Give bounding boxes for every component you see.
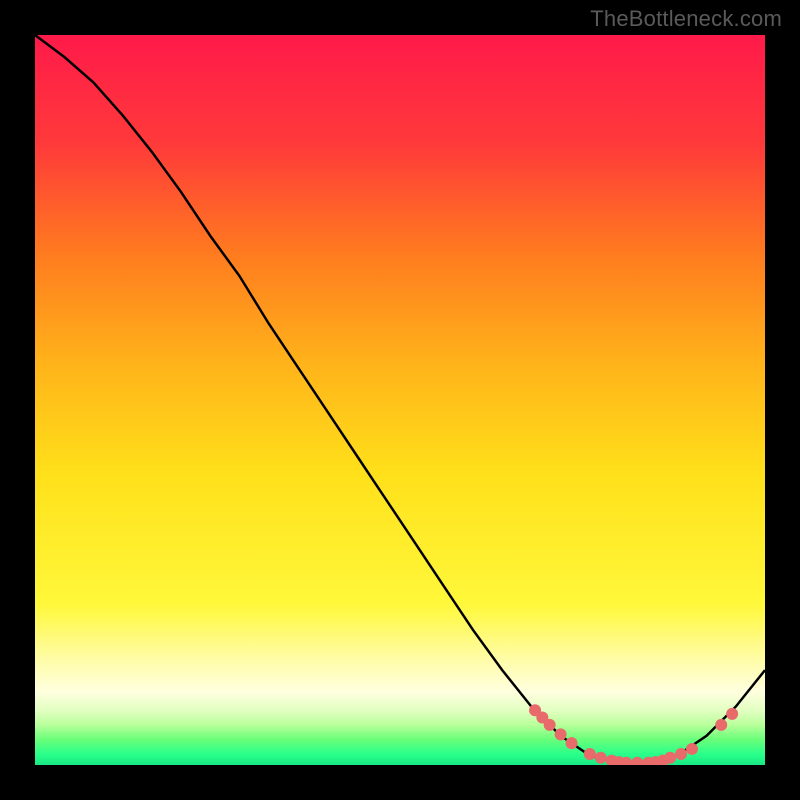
chart-marker bbox=[726, 708, 738, 720]
watermark-label: TheBottleneck.com bbox=[590, 6, 782, 32]
chart-curve-layer bbox=[35, 35, 765, 765]
chart-marker bbox=[664, 752, 676, 764]
chart-marker bbox=[686, 743, 698, 755]
chart-marker bbox=[675, 748, 687, 760]
chart-marker bbox=[544, 719, 556, 731]
chart-curve bbox=[35, 35, 765, 763]
chart-marker bbox=[595, 752, 607, 764]
chart-plot-area bbox=[35, 35, 765, 765]
chart-marker bbox=[566, 737, 578, 749]
chart-marker bbox=[631, 757, 643, 765]
chart-marker bbox=[584, 748, 596, 760]
chart-marker bbox=[715, 719, 727, 731]
chart-marker bbox=[555, 728, 567, 740]
